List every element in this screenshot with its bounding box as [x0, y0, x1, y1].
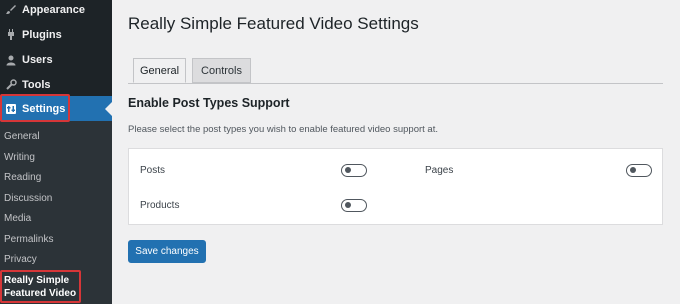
toggle-knob: [345, 167, 351, 173]
menu-item-label: Plugins: [22, 28, 62, 41]
wrench-icon: [0, 78, 22, 91]
submenu-item-general[interactable]: General: [4, 131, 40, 142]
menu-item-appearance[interactable]: Appearance: [0, 0, 112, 22]
highlight-box-settings: [0, 94, 70, 122]
submenu-item-media[interactable]: Media: [4, 213, 31, 224]
menu-item-plugins[interactable]: Plugins: [0, 22, 112, 47]
posts-toggle[interactable]: [341, 164, 367, 177]
submenu-item-privacy[interactable]: Privacy: [4, 254, 37, 265]
submenu-item-writing[interactable]: Writing: [4, 152, 35, 163]
tab-general[interactable]: General: [133, 58, 186, 83]
post-types-card: Posts Pages Products: [128, 148, 663, 225]
menu-item-label: Tools: [22, 78, 51, 91]
field-label-posts: Posts: [140, 165, 166, 176]
section-title: Enable Post Types Support: [128, 96, 290, 110]
menu-item-users[interactable]: Users: [0, 47, 112, 72]
field-label-products: Products: [140, 200, 180, 211]
paintbrush-icon: [0, 4, 22, 16]
save-changes-button[interactable]: Save changes: [128, 240, 206, 263]
products-toggle[interactable]: [341, 199, 367, 212]
submenu-item-permalinks[interactable]: Permalinks: [4, 234, 53, 245]
admin-sidebar: Appearance Plugins Users Tools Settings …: [0, 0, 112, 304]
user-icon: [0, 54, 22, 66]
toggle-knob: [345, 202, 351, 208]
menu-item-label: Users: [22, 53, 53, 66]
menu-item-label: Appearance: [22, 3, 85, 16]
field-label-pages: Pages: [425, 165, 454, 176]
toggle-knob: [630, 167, 636, 173]
tab-controls[interactable]: Controls: [192, 58, 251, 83]
submenu-item-reading[interactable]: Reading: [4, 172, 41, 183]
pages-toggle[interactable]: [626, 164, 652, 177]
page-title: Really Simple Featured Video Settings: [128, 14, 419, 33]
submenu-item-discussion[interactable]: Discussion: [4, 193, 52, 204]
section-description: Please select the post types you wish to…: [128, 124, 438, 135]
current-menu-arrow: [105, 101, 112, 116]
tab-divider: [128, 83, 663, 84]
plug-icon: [0, 28, 22, 41]
highlight-box-featured-video: [0, 270, 81, 303]
